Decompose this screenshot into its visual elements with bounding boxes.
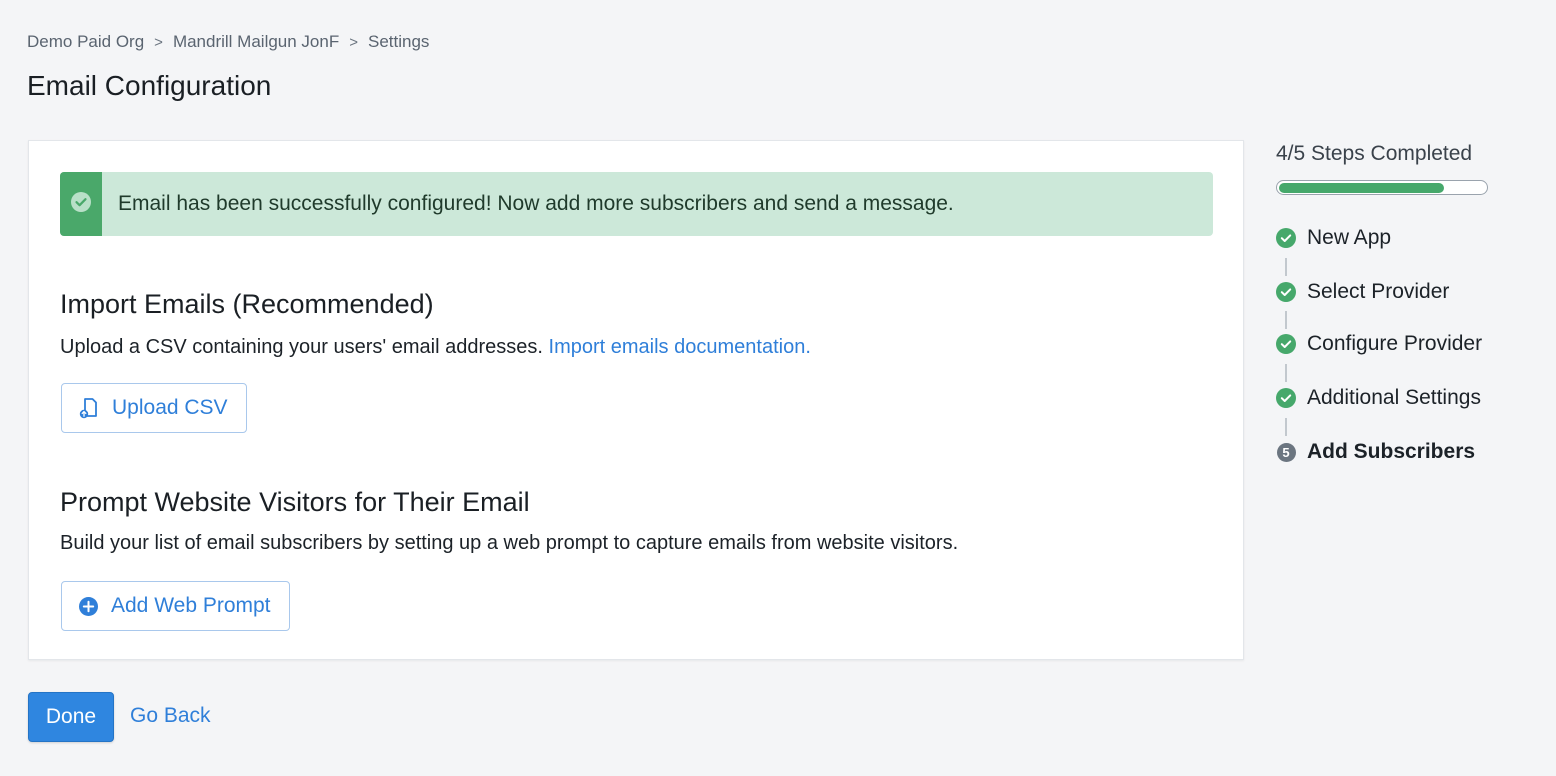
import-section-title: Import Emails (Recommended) xyxy=(60,289,434,319)
check-circle-icon xyxy=(1276,228,1296,248)
prompt-section-title: Prompt Website Visitors for Their Email xyxy=(60,487,530,517)
prompt-section-description: Build your list of email subscribers by … xyxy=(60,532,959,554)
import-section-description: Upload a CSV containing your users' emai… xyxy=(60,336,811,359)
success-alert: Email has been successfully configured! … xyxy=(60,172,1213,236)
step-label: Select Provider xyxy=(1307,280,1450,303)
configuration-card: Email has been successfully configured! … xyxy=(28,140,1244,660)
step-additional-settings: Additional Settings xyxy=(1276,386,1481,410)
step-label: Configure Provider xyxy=(1307,332,1483,355)
file-upload-icon xyxy=(78,396,100,420)
alert-message: Email has been successfully configured! … xyxy=(118,192,954,215)
breadcrumb-item-app[interactable]: Mandrill Mailgun JonF xyxy=(173,32,339,52)
breadcrumb-separator: > xyxy=(154,33,163,51)
upload-csv-button[interactable]: Upload CSV xyxy=(61,383,247,433)
step-configure-provider: Configure Provider xyxy=(1276,332,1482,356)
steps-panel: 4/5 Steps Completed New App Select Provi… xyxy=(1276,142,1516,463)
add-web-prompt-button[interactable]: Add Web Prompt xyxy=(61,581,290,631)
step-label: Add Subscribers xyxy=(1307,440,1476,463)
breadcrumb-separator: > xyxy=(349,33,358,51)
plus-circle-icon xyxy=(78,596,99,617)
add-web-prompt-label: Add Web Prompt xyxy=(111,594,271,617)
step-add-subscribers: 5 Add Subscribers xyxy=(1276,440,1475,464)
step-label: Additional Settings xyxy=(1307,386,1481,409)
go-back-link[interactable]: Go Back xyxy=(130,704,211,728)
upload-csv-label: Upload CSV xyxy=(112,396,228,419)
check-circle-icon xyxy=(1276,388,1296,408)
alert-stripe xyxy=(60,172,102,236)
step-connector xyxy=(1285,258,1287,276)
done-button[interactable]: Done xyxy=(28,692,114,742)
step-connector xyxy=(1285,311,1287,329)
steps-heading: 4/5 Steps Completed xyxy=(1276,142,1473,165)
step-number-icon: 5 xyxy=(1276,442,1296,462)
breadcrumb: Demo Paid Org > Mandrill Mailgun JonF > … xyxy=(27,32,429,52)
step-select-provider: Select Provider xyxy=(1276,280,1449,304)
step-connector xyxy=(1285,418,1287,436)
import-description-text: Upload a CSV containing your users' emai… xyxy=(60,336,543,358)
import-docs-link[interactable]: Import emails documentation. xyxy=(549,336,811,358)
progress-fill xyxy=(1278,182,1445,193)
steps-progress-bar xyxy=(1276,180,1488,195)
check-circle-icon xyxy=(1276,334,1296,354)
check-circle-icon xyxy=(70,191,92,218)
breadcrumb-item-org[interactable]: Demo Paid Org xyxy=(27,32,144,52)
breadcrumb-item-settings[interactable]: Settings xyxy=(368,32,429,52)
step-new-app: New App xyxy=(1276,226,1391,250)
step-connector xyxy=(1285,364,1287,382)
page-title: Email Configuration xyxy=(27,70,272,101)
step-label: New App xyxy=(1307,226,1392,249)
step-number: 5 xyxy=(1276,442,1296,462)
check-circle-icon xyxy=(1276,282,1296,302)
